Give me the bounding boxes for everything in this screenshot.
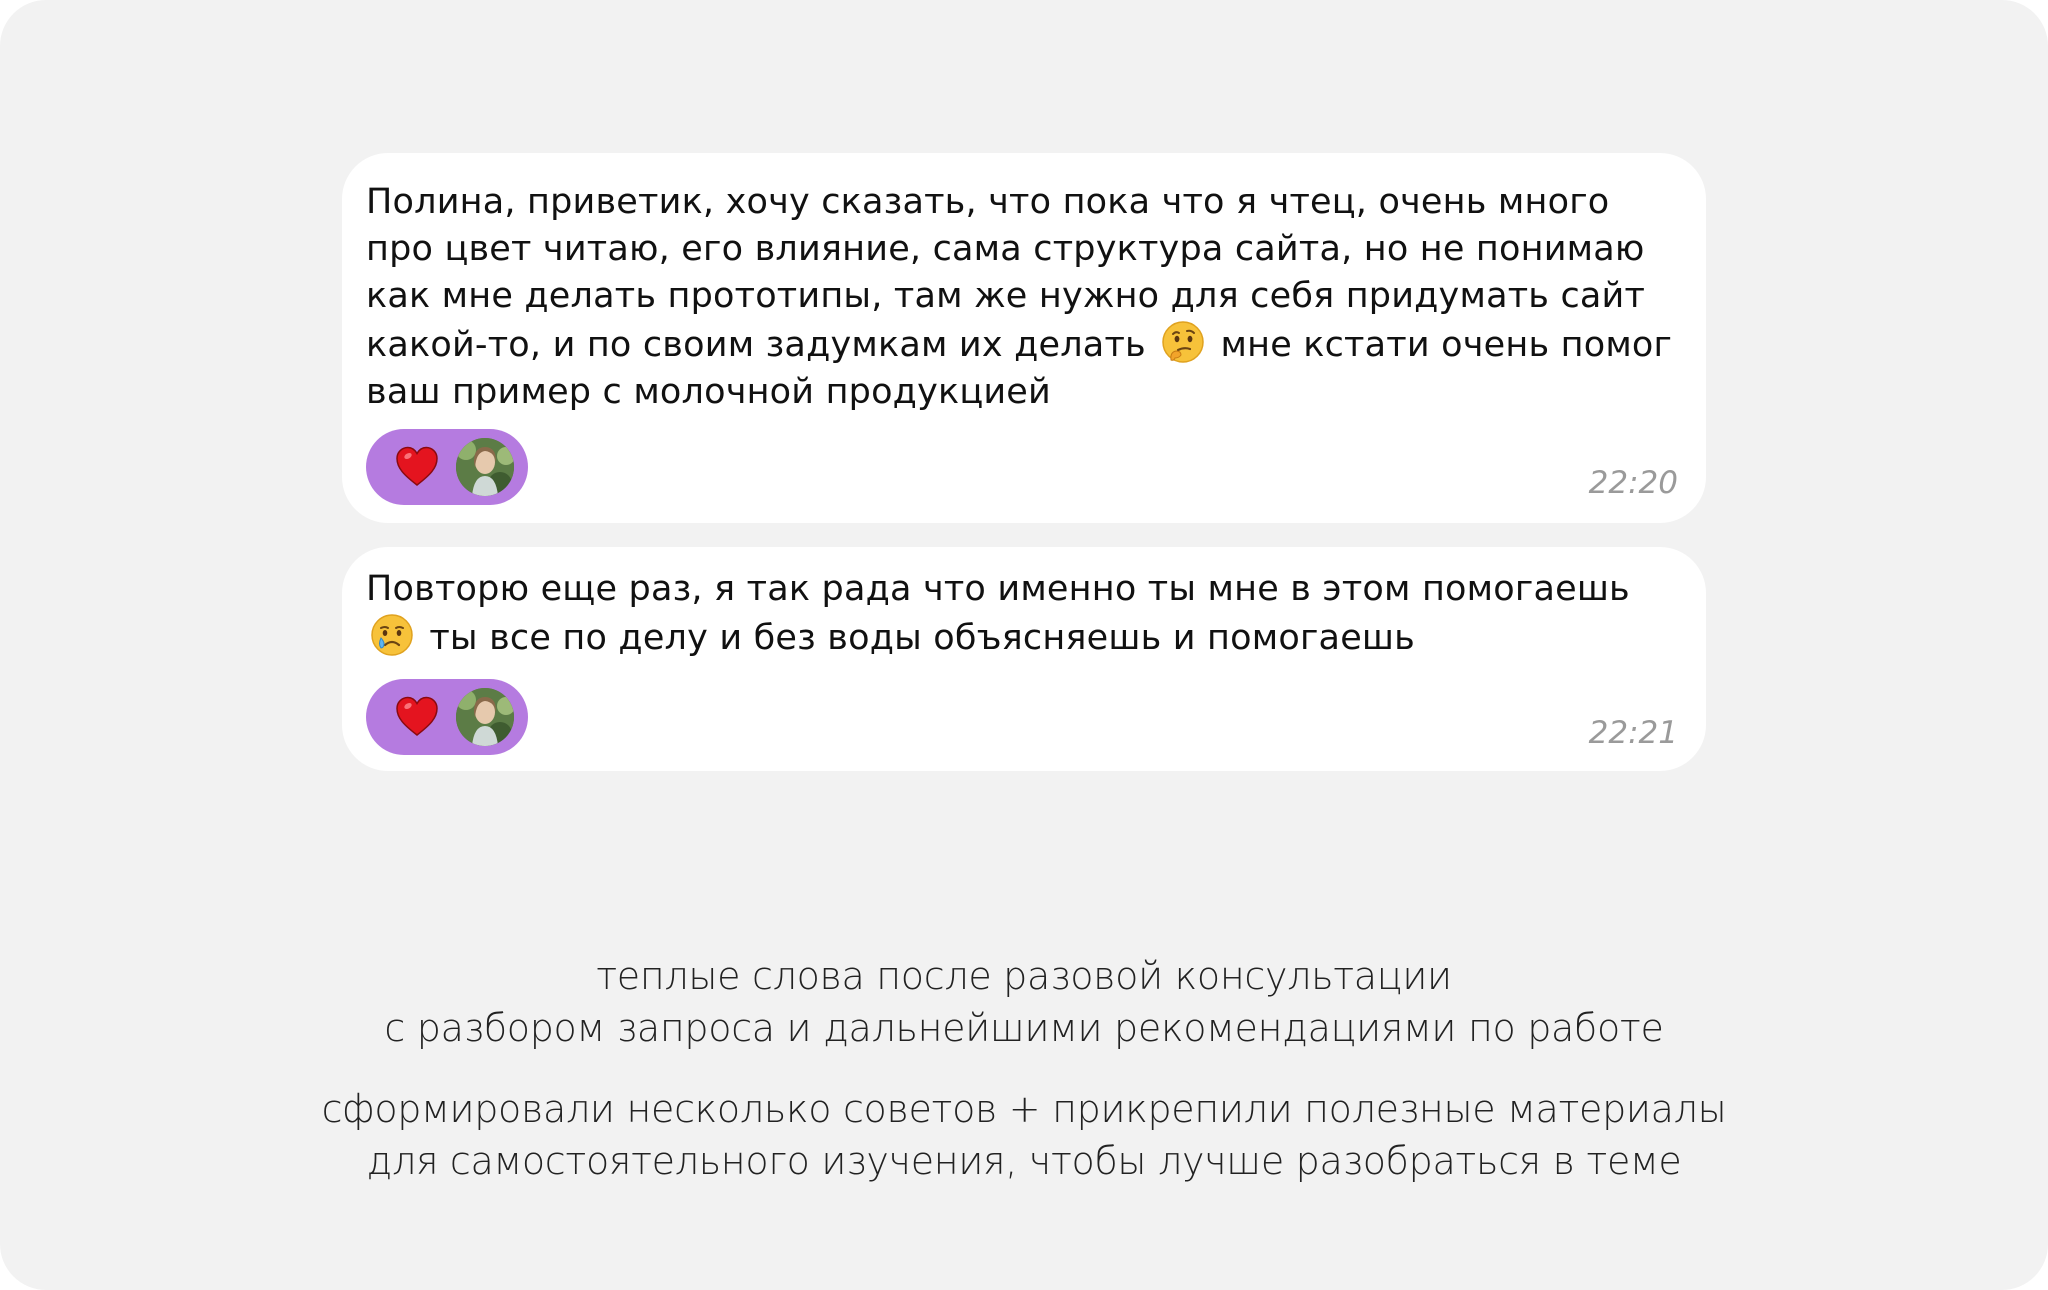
caption-line: с разбором запроса и дальнейшими рекомен… — [384, 1006, 1664, 1050]
thinking-face-emoji — [1162, 321, 1204, 363]
reaction-pill[interactable] — [366, 429, 528, 505]
caption-block: теплые слова после разовой консультации … — [0, 950, 2048, 1054]
message-timestamp: 22:21 — [1588, 715, 1678, 751]
caption-line: для самостоятельного изучения, чтобы луч… — [366, 1139, 1682, 1183]
reaction-pill[interactable] — [366, 679, 528, 755]
message-timestamp: 22:20 — [1588, 465, 1678, 501]
caption-line: теплые слова после разовой консультации — [596, 954, 1452, 998]
avatar — [456, 688, 514, 746]
message-text-part: ты все по делу и без воды объясняешь и п… — [429, 618, 1415, 658]
crying-face-emoji — [371, 614, 413, 656]
message-bubble[interactable]: Полина, приветик, хочу сказать, что пока… — [342, 153, 1706, 523]
heart-icon — [396, 446, 438, 486]
message-text: Полина, приветик, хочу сказать, что пока… — [366, 179, 1686, 416]
caption-block: сформировали несколько советов + прикреп… — [0, 1083, 2048, 1187]
avatar — [456, 438, 514, 496]
message-bubble[interactable]: Повторю еще раз, я так рада что именно т… — [342, 547, 1706, 771]
message-text: Повторю еще раз, я так рада что именно т… — [366, 566, 1686, 662]
caption-line: сформировали несколько советов + прикреп… — [321, 1087, 1727, 1131]
message-text-part: Повторю еще раз, я так рада что именно т… — [366, 569, 1630, 609]
card-background: Полина, приветик, хочу сказать, что пока… — [0, 0, 2048, 1290]
heart-icon — [396, 696, 438, 736]
